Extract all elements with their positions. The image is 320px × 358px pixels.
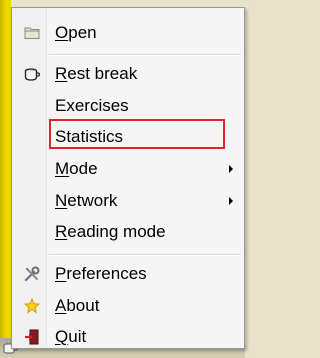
menu-item-reading-mode[interactable]: Reading mode [14,216,242,248]
menu-item-network[interactable]: Network [14,185,242,217]
menu-item-label: Open [55,23,97,42]
menu-item-label: Rest break [55,64,138,83]
menu-item-preferences[interactable]: Preferences [14,258,242,290]
menu-item-label: Mode [55,159,98,178]
desktop-background [0,0,11,338]
menu-separator [49,54,241,56]
menu-item-quit[interactable]: Quit [14,321,242,353]
coffee-cup-icon [24,68,40,81]
tools-icon [24,266,40,282]
menu-item-label: Exercises [55,96,129,115]
menu-item-about[interactable]: About [14,290,242,322]
statistics-highlight-box [49,119,225,149]
menu-item-exercises[interactable]: Exercises [14,90,242,122]
folder-icon [24,27,40,39]
star-icon [24,298,40,314]
exit-door-icon [25,329,39,345]
submenu-arrow-icon [229,165,233,173]
menu-item-label: Preferences [55,264,147,283]
menu-item-label: Network [55,191,118,210]
menu-item-rest-break[interactable]: Rest break [14,58,242,90]
menu-item-open[interactable]: Open [14,17,242,49]
menu-item-mode[interactable]: Mode [14,153,242,185]
menu-item-label: About [55,296,100,315]
menu-item-label: Reading mode [55,222,166,241]
menu-item-label: Quit [55,327,87,346]
context-menu: Open Rest break Exercises Statistics Mod… [11,7,245,349]
submenu-arrow-icon [229,197,233,205]
menu-separator [49,254,241,256]
